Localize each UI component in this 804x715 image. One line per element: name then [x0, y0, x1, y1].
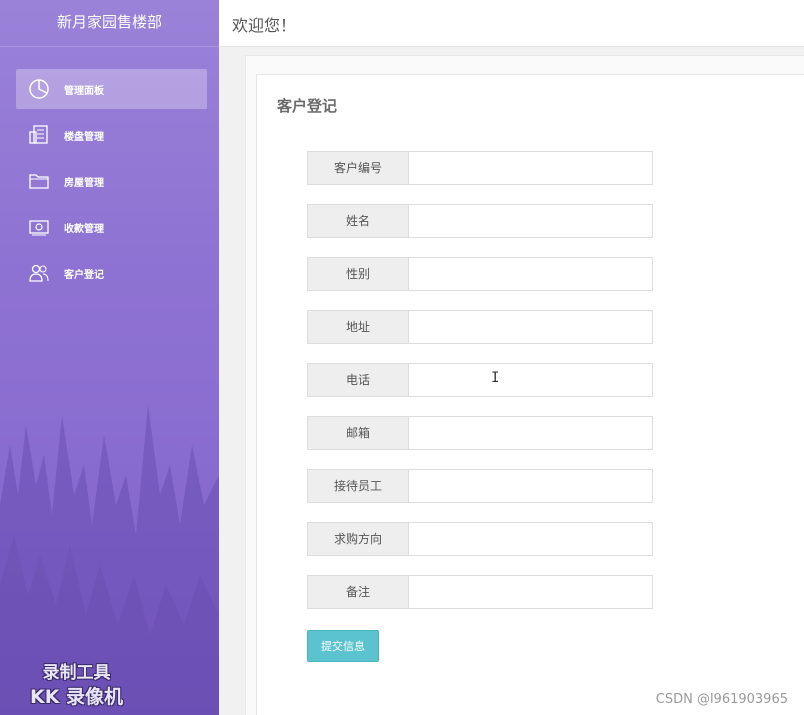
sidebar-item-label: 管理面板: [64, 85, 104, 97]
content-panel: 客户登记 客户编号 姓名 性别 地址 电话 邮箱 接待员工 求购方向 备注 提交…: [245, 55, 804, 715]
form-row-purchase-direction: 求购方向: [307, 522, 653, 556]
sidebar-item-label: 楼盘管理: [64, 131, 104, 143]
email-input[interactable]: [409, 416, 653, 450]
building-icon: [28, 124, 50, 146]
customer-form-card: 客户登记 客户编号 姓名 性别 地址 电话 邮箱 接待员工 求购方向 备注 提交…: [256, 74, 804, 715]
name-input[interactable]: [409, 204, 653, 238]
sidebar-item-label: 房屋管理: [64, 177, 104, 189]
sidebar-item-label: 客户登记: [64, 269, 104, 281]
field-label: 电话: [307, 363, 409, 397]
sidebar-item-buildings[interactable]: 楼盘管理: [16, 115, 207, 155]
sidebar-item-dashboard[interactable]: 管理面板: [16, 69, 207, 109]
submit-button[interactable]: 提交信息: [307, 630, 379, 662]
welcome-text: 欢迎您！: [232, 16, 297, 35]
recorder-watermark: 录制工具 KK 录像机: [30, 661, 123, 709]
purchase-direction-input[interactable]: [409, 522, 653, 556]
recorder-watermark-line2: KK 录像机: [30, 686, 124, 708]
main-content: 客户登记 客户编号 姓名 性别 地址 电话 邮箱 接待员工 求购方向 备注 提交…: [219, 47, 804, 715]
sidebar-item-houses[interactable]: 房屋管理: [16, 161, 207, 201]
field-label: 地址: [307, 310, 409, 344]
form-row-email: 邮箱: [307, 416, 653, 450]
field-label: 求购方向: [307, 522, 409, 556]
field-label: 备注: [307, 575, 409, 609]
field-label: 客户编号: [307, 151, 409, 185]
csdn-watermark: CSDN @l961903965: [655, 692, 788, 707]
form-row-customer-id: 客户编号: [307, 151, 653, 185]
form-row-address: 地址: [307, 310, 653, 344]
recorder-watermark-line1: 录制工具: [42, 663, 111, 683]
field-label: 接待员工: [307, 469, 409, 503]
sidebar-item-customers[interactable]: 客户登记: [16, 253, 207, 293]
sidebar-menu: 管理面板 楼盘管理 房屋管理 收款管理 客户登记: [0, 69, 219, 293]
money-icon: [28, 216, 50, 238]
pie-chart-icon: [28, 78, 50, 100]
app-window: 新月家园售楼部 管理面板 楼盘管理 房屋管理 收款管理 客户登记 录制工具 KK…: [0, 0, 804, 715]
form-row-gender: 性别: [307, 257, 653, 291]
form-title: 客户登记: [277, 97, 338, 115]
field-label: 性别: [307, 257, 409, 291]
brand-title: 新月家园售楼部: [0, 0, 219, 47]
form-row-name: 姓名: [307, 204, 653, 238]
customer-id-input[interactable]: [409, 151, 653, 185]
address-input[interactable]: [409, 310, 653, 344]
sidebar-item-label: 收款管理: [64, 223, 104, 235]
form-row-notes: 备注: [307, 575, 653, 609]
form-row-phone: 电话: [307, 363, 653, 397]
field-label: 邮箱: [307, 416, 409, 450]
gender-input[interactable]: [409, 257, 653, 291]
sidebar-item-payments[interactable]: 收款管理: [16, 207, 207, 247]
field-label: 姓名: [307, 204, 409, 238]
form-row-staff: 接待员工: [307, 469, 653, 503]
staff-input[interactable]: [409, 469, 653, 503]
users-icon: [28, 262, 50, 284]
notes-input[interactable]: [409, 575, 653, 609]
folder-icon: [28, 170, 50, 192]
top-header: 欢迎您！: [219, 0, 804, 47]
text-cursor-icon: I: [491, 370, 500, 386]
phone-input[interactable]: [409, 363, 653, 397]
sidebar: 新月家园售楼部 管理面板 楼盘管理 房屋管理 收款管理 客户登记 录制工具 KK…: [0, 0, 219, 715]
